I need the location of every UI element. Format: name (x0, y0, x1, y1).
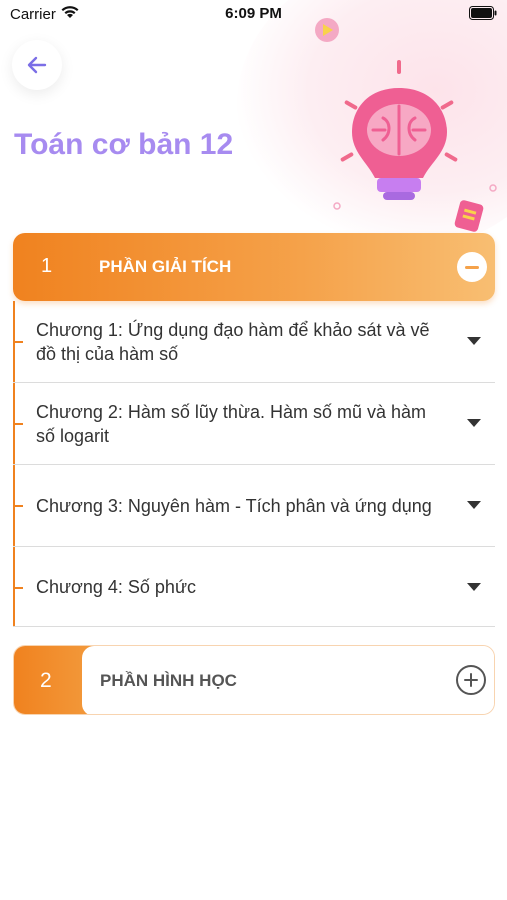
chapter-item-4[interactable]: Chương 4: Số phức (13, 547, 495, 627)
timeline-tick (13, 505, 23, 507)
section-number: 1 (41, 255, 53, 277)
timeline-tick (13, 423, 23, 425)
timeline-tick (13, 341, 23, 343)
section-label: PHẦN GIẢI TÍCH (99, 257, 232, 276)
chapter-item-2[interactable]: Chương 2: Hàm số lũy thừa. Hàm số mũ và … (13, 383, 495, 465)
chapter-title: Chương 2: Hàm số lũy thừa. Hàm số mũ và … (36, 401, 427, 446)
expand-icon[interactable] (456, 665, 486, 695)
chapter-title: Chương 3: Nguyên hàm - Tích phân và ứng … (36, 495, 432, 516)
back-button[interactable] (12, 40, 62, 90)
chapter-item-1[interactable]: Chương 1: Ứng dụng đạo hàm để khảo sát v… (13, 301, 495, 383)
chapter-item-3[interactable]: Chương 3: Nguyên hàm - Tích phân và ứng … (13, 465, 495, 547)
collapse-icon[interactable] (457, 252, 487, 282)
chevron-down-icon[interactable] (467, 583, 481, 591)
chevron-down-icon[interactable] (467, 337, 481, 345)
section-number: 2 (40, 669, 52, 692)
back-arrow-icon (27, 56, 47, 74)
app-screen: Carrier 6:09 PM Toán cơ bản 12 1 PHẦN GI… (0, 0, 507, 900)
chapter-title: Chương 4: Số phức (36, 576, 196, 597)
chevron-down-icon[interactable] (467, 419, 481, 427)
section-header-giai-tich[interactable]: 1 PHẦN GIẢI TÍCH (13, 233, 495, 301)
section-label: PHẦN HÌNH HỌC (100, 671, 237, 690)
timeline-tick (13, 587, 23, 589)
lightbulb-brain-icon (315, 18, 497, 232)
page-title: Toán cơ bản 12 (14, 128, 234, 161)
chevron-down-icon[interactable] (467, 501, 481, 509)
chapter-title: Chương 1: Ứng dụng đạo hàm để khảo sát v… (36, 319, 430, 364)
chapter-list: Chương 1: Ứng dụng đạo hàm để khảo sát v… (13, 301, 495, 627)
section-header-hinh-hoc[interactable]: 2 PHẦN HÌNH HỌC (13, 645, 495, 715)
